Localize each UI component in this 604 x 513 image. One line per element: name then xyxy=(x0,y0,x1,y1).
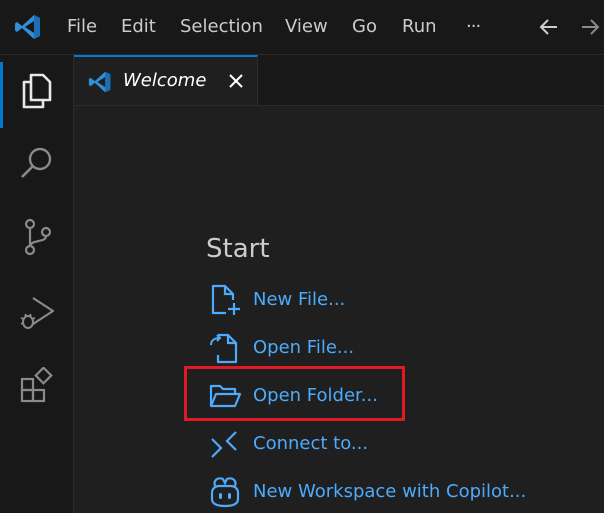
menu-view[interactable]: View xyxy=(285,0,328,54)
tab-welcome[interactable]: Welcome xyxy=(74,55,258,105)
open-file-link[interactable]: Open File... xyxy=(208,331,588,367)
tab-label: Welcome xyxy=(123,70,207,91)
source-control-icon[interactable] xyxy=(17,217,57,257)
vscode-logo-icon xyxy=(15,15,40,39)
run-debug-icon[interactable] xyxy=(17,293,57,333)
open-folder-label[interactable]: Open Folder... xyxy=(253,379,378,413)
vscode-window: File Edit Selection View Go Run ··· Welc… xyxy=(0,0,604,513)
activity-bar xyxy=(0,55,74,513)
vscode-logo-icon xyxy=(88,71,111,93)
new-file-label[interactable]: New File... xyxy=(253,283,345,317)
search-icon[interactable] xyxy=(17,143,57,183)
menu-bar: File Edit Selection View Go Run ··· xyxy=(0,0,604,55)
menu-more[interactable]: ··· xyxy=(466,0,481,54)
menu-selection[interactable]: Selection xyxy=(180,0,263,54)
active-indicator xyxy=(0,62,3,128)
welcome-page: Start New File... Open File... Open Fold xyxy=(74,106,604,513)
new-workspace-copilot-link[interactable]: New Workspace with Copilot... xyxy=(208,475,588,511)
open-file-label[interactable]: Open File... xyxy=(253,331,354,365)
remote-connect-icon xyxy=(211,431,237,458)
menu-file[interactable]: File xyxy=(67,0,97,54)
new-workspace-copilot-label[interactable]: New Workspace with Copilot... xyxy=(253,475,526,509)
open-folder-icon xyxy=(209,384,242,408)
new-file-link[interactable]: New File... xyxy=(208,283,588,319)
menu-run[interactable]: Run xyxy=(402,0,437,54)
menu-edit[interactable]: Edit xyxy=(121,0,156,54)
new-file-icon xyxy=(211,284,240,315)
explorer-icon[interactable] xyxy=(17,71,57,111)
start-heading: Start xyxy=(206,234,270,264)
connect-to-label[interactable]: Connect to... xyxy=(253,427,368,461)
back-arrow-icon[interactable] xyxy=(537,15,561,39)
copilot-icon xyxy=(210,477,240,508)
extensions-icon[interactable] xyxy=(17,367,57,407)
open-folder-link[interactable]: Open Folder... xyxy=(208,379,588,415)
close-icon[interactable] xyxy=(226,71,246,91)
tab-bar: Welcome xyxy=(74,55,604,106)
forward-arrow-icon[interactable] xyxy=(578,15,602,39)
menu-go[interactable]: Go xyxy=(352,0,377,54)
connect-to-link[interactable]: Connect to... xyxy=(208,427,588,463)
open-file-icon xyxy=(210,333,238,364)
